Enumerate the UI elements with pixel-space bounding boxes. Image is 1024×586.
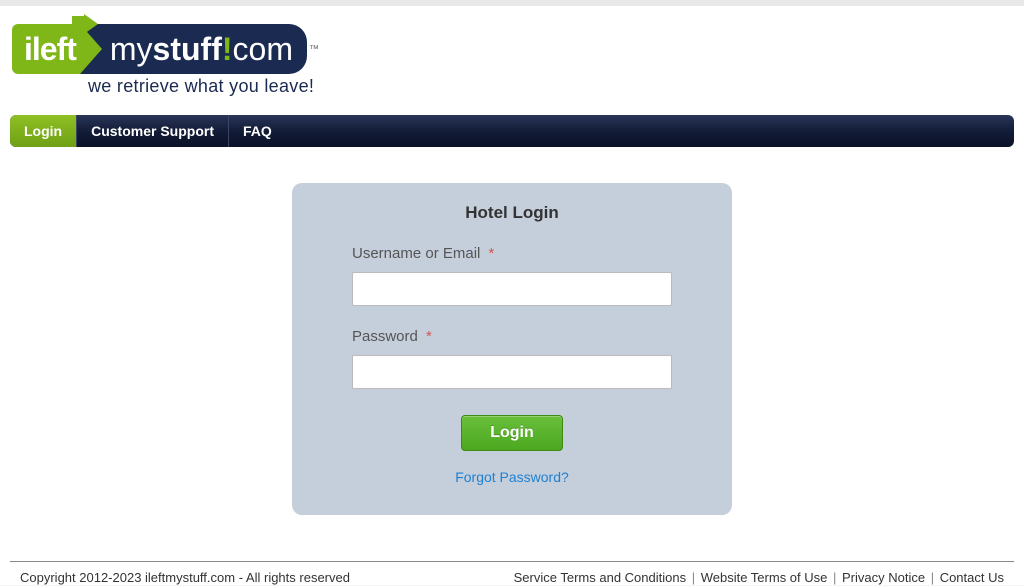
login-button[interactable]: Login	[461, 415, 563, 451]
nav-login[interactable]: Login	[10, 115, 77, 147]
username-input[interactable]	[352, 272, 672, 306]
logo-bang: !	[222, 31, 233, 67]
footer-sep: |	[829, 570, 840, 585]
login-card: Hotel Login Username or Email * Password…	[292, 183, 732, 515]
footer: Copyright 2012-2023 ileftmystuff.com - A…	[10, 561, 1014, 585]
logo-text-right: mystuff!com	[80, 24, 307, 74]
page-container: ileft mystuff!com ™ we retrieve what you…	[0, 6, 1024, 585]
logo[interactable]: ileft mystuff!com ™ we retrieve what you…	[12, 24, 319, 97]
password-input[interactable]	[352, 355, 672, 389]
footer-sep: |	[688, 570, 699, 585]
forgot-wrap: Forgot Password?	[352, 469, 672, 487]
main-content: Hotel Login Username or Email * Password…	[10, 147, 1014, 555]
footer-link-service-terms[interactable]: Service Terms and Conditions	[514, 570, 686, 585]
header: ileft mystuff!com ™ we retrieve what you…	[10, 6, 1014, 107]
logo-com: com	[233, 31, 293, 67]
password-label-text: Password	[352, 328, 418, 345]
footer-sep: |	[927, 570, 938, 585]
required-mark: *	[489, 245, 495, 262]
forgot-password-link[interactable]: Forgot Password?	[455, 469, 569, 485]
password-label: Password *	[352, 328, 672, 345]
footer-copyright: Copyright 2012-2023 ileftmystuff.com - A…	[20, 570, 350, 585]
footer-links: Service Terms and Conditions | Website T…	[514, 570, 1004, 585]
footer-link-privacy[interactable]: Privacy Notice	[842, 570, 925, 585]
nav-customer-support[interactable]: Customer Support	[77, 115, 229, 147]
username-group: Username or Email *	[352, 245, 672, 306]
login-title: Hotel Login	[352, 203, 672, 223]
username-label-text: Username or Email	[352, 245, 480, 262]
footer-link-contact[interactable]: Contact Us	[940, 570, 1004, 585]
logo-arrow-tip-icon	[84, 14, 98, 34]
login-button-wrap: Login	[352, 415, 672, 451]
password-group: Password *	[352, 328, 672, 389]
logo-badge: ileft mystuff!com ™	[12, 24, 319, 74]
logo-tagline: we retrieve what you leave!	[88, 76, 319, 97]
nav-faq[interactable]: FAQ	[229, 115, 286, 147]
required-mark: *	[426, 328, 432, 345]
logo-my: my	[110, 31, 153, 67]
main-nav: Login Customer Support FAQ	[10, 115, 1014, 147]
footer-link-website-terms[interactable]: Website Terms of Use	[701, 570, 828, 585]
logo-trademark: ™	[309, 44, 319, 55]
username-label: Username or Email *	[352, 245, 672, 262]
logo-stuff: stuff	[153, 31, 222, 67]
